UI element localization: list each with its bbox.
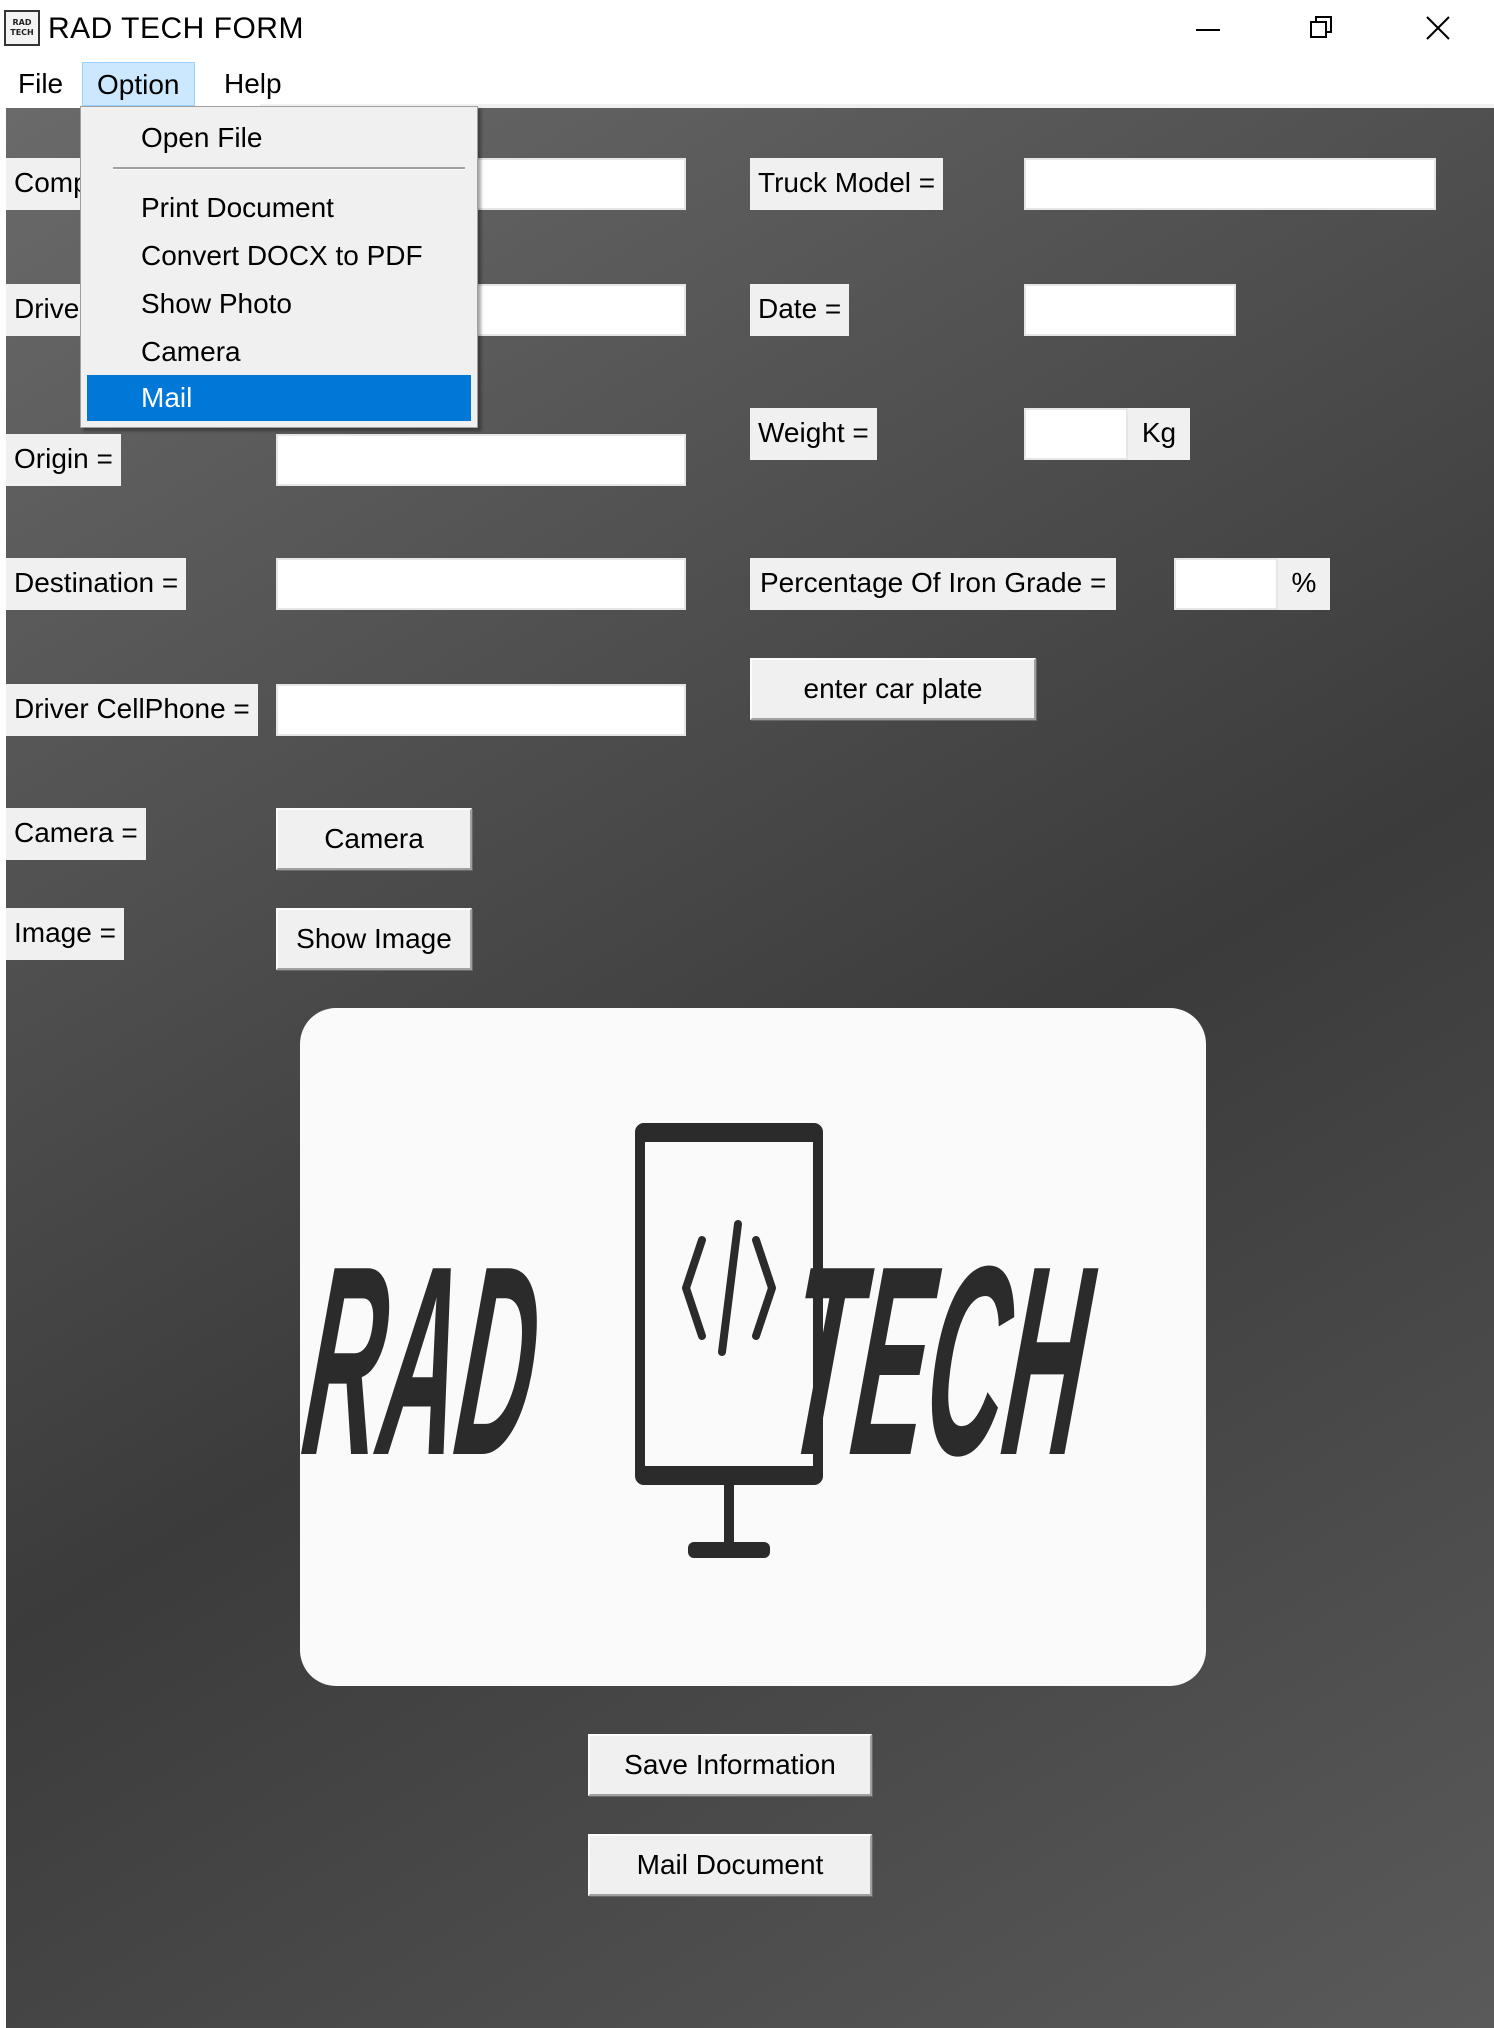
destination-field[interactable] xyxy=(276,558,686,610)
camera-label: Camera = xyxy=(6,808,146,860)
driver-label: Drive xyxy=(6,284,88,336)
enter-car-plate-button[interactable]: enter car plate xyxy=(750,658,1036,720)
destination-label: Destination = xyxy=(6,558,187,610)
logo-tech-text: TECH xyxy=(775,1211,1106,1512)
truck-model-field[interactable] xyxy=(1024,158,1436,210)
iron-grade-field[interactable] xyxy=(1174,558,1278,610)
rad-tech-logo: RAD TECH xyxy=(300,1123,1106,1558)
close-button[interactable] xyxy=(1384,0,1494,58)
weight-label: Weight = xyxy=(750,408,877,460)
minimize-button[interactable] xyxy=(1154,0,1264,58)
origin-field[interactable] xyxy=(276,434,686,486)
menu-item-convert-docx-to-pdf[interactable]: Convert DOCX to PDF xyxy=(87,233,471,279)
menu-item-mail[interactable]: Mail xyxy=(87,375,471,421)
mail-document-button[interactable]: Mail Document xyxy=(588,1834,872,1896)
option-dropdown-menu: Open File Print Document Convert DOCX to… xyxy=(80,106,478,428)
title-bar: RAD TECH RAD TECH FORM xyxy=(0,0,1494,58)
save-information-button[interactable]: Save Information xyxy=(588,1734,872,1796)
date-label: Date = xyxy=(750,284,850,336)
restore-icon xyxy=(1310,16,1332,38)
menu-option[interactable]: Option xyxy=(82,62,195,106)
restore-button[interactable] xyxy=(1268,0,1378,58)
iron-grade-unit-label: % xyxy=(1278,558,1330,610)
menu-separator xyxy=(113,167,465,170)
cellphone-label: Driver CellPhone = xyxy=(6,684,258,736)
origin-label: Origin = xyxy=(6,434,121,486)
menu-item-show-photo[interactable]: Show Photo xyxy=(87,281,471,327)
iron-grade-label: Percentage Of Iron Grade = xyxy=(750,558,1117,610)
show-image-button[interactable]: Show Image xyxy=(276,908,472,970)
menu-item-camera[interactable]: Camera xyxy=(87,329,471,375)
image-label: Image = xyxy=(6,908,124,960)
logo-rad-text: RAD xyxy=(300,1211,553,1512)
close-icon xyxy=(1426,16,1450,40)
menu-help[interactable]: Help xyxy=(210,62,296,106)
menu-item-print-document[interactable]: Print Document xyxy=(87,185,471,231)
cellphone-field[interactable] xyxy=(276,684,686,736)
weight-unit-label: Kg xyxy=(1128,408,1190,460)
window-title: RAD TECH FORM xyxy=(48,12,304,45)
camera-button[interactable]: Camera xyxy=(276,808,472,870)
menu-file[interactable]: File xyxy=(4,62,77,106)
weight-field[interactable] xyxy=(1024,408,1128,460)
app-icon: RAD TECH xyxy=(4,10,40,46)
minimize-icon xyxy=(1196,29,1220,31)
date-field[interactable] xyxy=(1024,284,1236,336)
menu-item-open-file[interactable]: Open File xyxy=(87,115,471,161)
logo-image: RAD TECH xyxy=(300,1008,1206,1686)
truck-model-label: Truck Model = xyxy=(750,158,944,210)
